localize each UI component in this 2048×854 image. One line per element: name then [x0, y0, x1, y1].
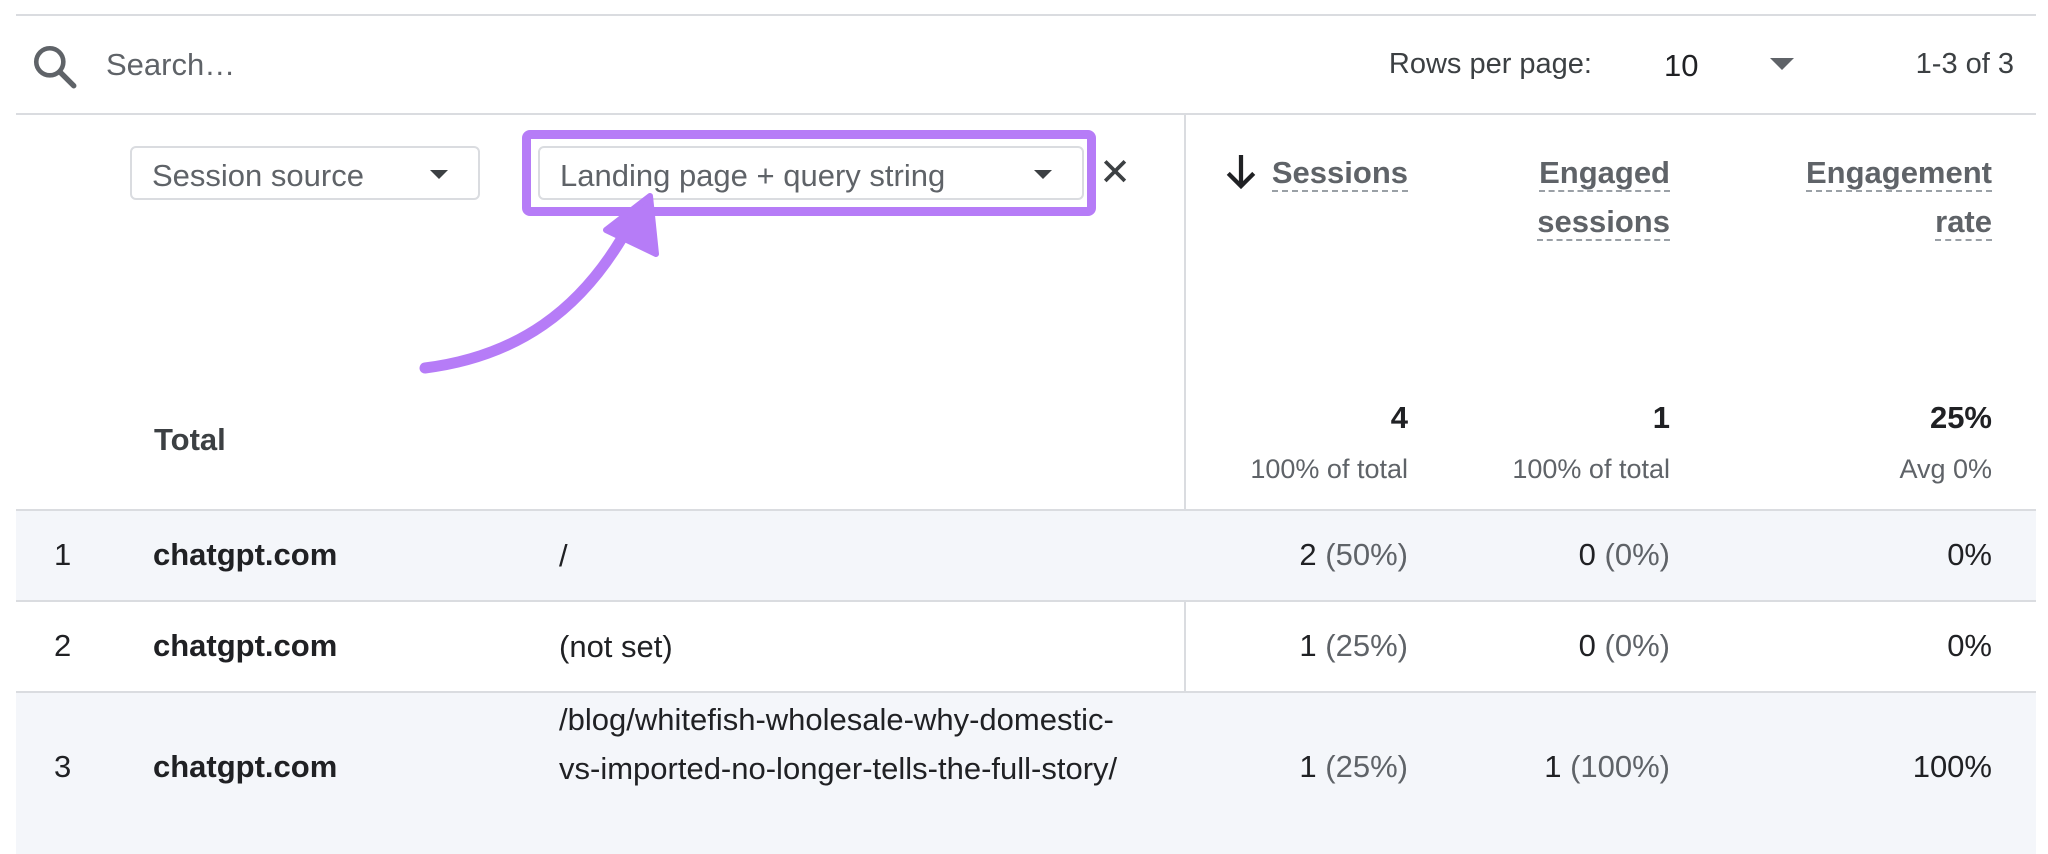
row-sessions: 2 (50%) [1299, 537, 1408, 573]
row-session-source: chatgpt.com [153, 628, 338, 663]
row-engaged-percent: (100%) [1570, 749, 1670, 784]
remove-secondary-dimension-button[interactable]: ✕ [1094, 150, 1136, 196]
sessions-header-label: Sessions [1271, 155, 1408, 192]
total-engagement-rate: 25% [1929, 400, 1992, 435]
row-engagement-rate: 100% [1912, 749, 1992, 784]
row-sessions-percent: (25%) [1325, 749, 1408, 784]
row-sessions-value: 1 [1299, 749, 1317, 784]
row-engaged-value: 1 [1544, 749, 1562, 784]
row-engaged-sessions: 0 (0%) [1579, 537, 1670, 573]
row-session-source: chatgpt.com [153, 749, 338, 784]
column-header-engaged-sessions[interactable]: Engaged sessions [1470, 148, 1670, 246]
table-toolbar: Rows per page: 10 1-3 of 3 [16, 16, 2036, 114]
engaged-header-line2: sessions [1537, 204, 1670, 241]
row-landing-page: / [559, 538, 568, 573]
row-engagement-rate: 0% [1947, 628, 1992, 663]
row-landing-page: /blog/whitefish-wholesale-why-domestic-v… [559, 702, 1118, 786]
rate-header-line1: Engagement [1805, 155, 1992, 192]
row-sessions: 1 (25%) [1299, 749, 1408, 785]
row-sessions-value: 1 [1299, 628, 1317, 663]
rows-per-page-select[interactable]: 10 [1636, 38, 1816, 90]
total-sessions: 4 [1390, 400, 1408, 435]
row-sessions: 1 (25%) [1299, 628, 1408, 664]
table-row[interactable]: 2 chatgpt.com (not set) 1 (25%) 0 (0%) 0… [16, 602, 2036, 693]
engaged-header-line1: Engaged [1539, 155, 1670, 192]
row-landing-page: (not set) [559, 629, 673, 664]
rows-per-page-label: Rows per page: [1388, 48, 1592, 80]
row-session-source: chatgpt.com [153, 537, 338, 572]
total-rate-subtext: Avg 0% [1899, 454, 1992, 484]
row-engaged-value: 0 [1578, 537, 1596, 572]
row-engaged-sessions: 0 (0%) [1579, 628, 1670, 664]
column-header-engagement-rate[interactable]: Engagement rate [1762, 148, 1992, 246]
total-engaged-subtext: 100% of total [1512, 454, 1670, 484]
row-engaged-percent: (0%) [1604, 628, 1670, 663]
row-sessions-percent: (50%) [1325, 537, 1408, 572]
row-engaged-sessions: 1 (100%) [1544, 749, 1670, 785]
rate-header-line2: rate [1935, 204, 1992, 241]
row-engagement-rate: 0% [1947, 537, 1992, 572]
row-sessions-percent: (25%) [1325, 628, 1408, 663]
row-engaged-percent: (0%) [1604, 537, 1670, 572]
rows-per-page-value: 10 [1664, 48, 1699, 83]
total-engaged-sessions: 1 [1652, 400, 1670, 435]
curved-arrow-icon [419, 193, 659, 374]
pagination-range: 1-3 of 3 [1915, 48, 2014, 80]
table-row[interactable]: 3 chatgpt.com /blog/whitefish-wholesale-… [16, 693, 2036, 854]
row-index: 2 [54, 628, 72, 663]
search-input[interactable] [104, 38, 668, 92]
row-sessions-value: 2 [1299, 537, 1317, 572]
row-index: 1 [54, 537, 72, 572]
header-divider [16, 113, 2036, 115]
caret-down-icon [430, 170, 448, 179]
column-header-sessions[interactable]: Sessions [1271, 148, 1408, 197]
arrow-down-icon[interactable] [1224, 152, 1258, 192]
primary-dimension-label: Session source [152, 158, 364, 193]
caret-down-icon [1770, 58, 1794, 70]
row-engaged-value: 0 [1578, 628, 1596, 663]
total-label: Total [154, 422, 226, 457]
total-sessions-subtext: 100% of total [1250, 454, 1408, 484]
row-index: 3 [54, 749, 72, 784]
search-icon[interactable] [30, 42, 80, 92]
table-row[interactable]: 1 chatgpt.com / 2 (50%) 0 (0%) 0% [16, 511, 2036, 602]
